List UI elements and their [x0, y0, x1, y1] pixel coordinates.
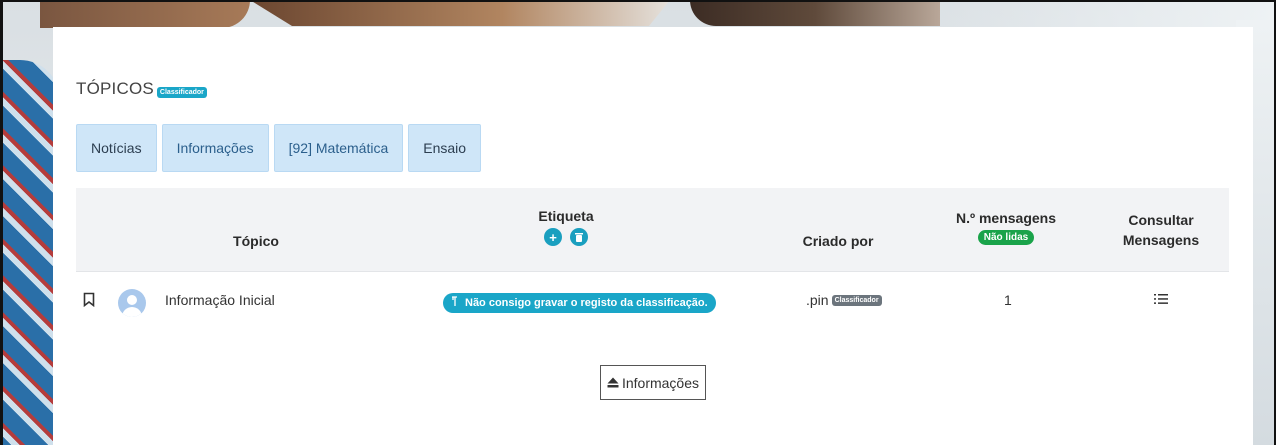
- role-badge: Classificador: [156, 87, 207, 98]
- table-header: Tópico Etiqueta + Criado por N.º mensage…: [76, 188, 1229, 272]
- topics-table: Tópico Etiqueta + Criado por N.º mensage…: [76, 188, 1229, 332]
- column-header-consultar-line2: Mensagens: [1122, 232, 1200, 248]
- label-badge: Não consigo gravar o registo da classifi…: [443, 293, 716, 313]
- eject-icon: [607, 375, 619, 391]
- column-header-criado-por: Criado por: [802, 233, 874, 249]
- tab-noticias[interactable]: Notícias: [76, 124, 157, 172]
- table-row: Informação Inicial Não consigo gravar o …: [76, 272, 1229, 332]
- tab-matematica[interactable]: [92] Matemática: [273, 124, 404, 172]
- column-header-consultar: Consultar Mensagens: [1106, 210, 1216, 250]
- created-by-name: .pin: [806, 292, 829, 308]
- topic-title[interactable]: Informação Inicial: [165, 292, 275, 308]
- trash-circle-icon[interactable]: [570, 228, 588, 246]
- background-hair-center: [250, 0, 670, 26]
- created-by-role-badge: Classificador: [831, 294, 882, 306]
- column-header-consultar-line1: Consultar: [1128, 212, 1194, 228]
- unread-badge: Não lidas: [977, 230, 1035, 245]
- etiqueta-actions: +: [506, 228, 626, 246]
- label-text: Não consigo gravar o registo da classifi…: [465, 297, 708, 309]
- background-hair-right: [690, 0, 940, 26]
- column-header-topico: Tópico: [233, 233, 279, 249]
- tab-ensaio[interactable]: Ensaio: [408, 124, 482, 172]
- page-title: TÓPICOS: [76, 79, 154, 98]
- user-avatar-icon: [118, 289, 146, 317]
- list-icon[interactable]: [1154, 292, 1168, 308]
- tab-informacoes[interactable]: Informações: [161, 124, 269, 172]
- plus-circle-icon[interactable]: +: [544, 228, 562, 246]
- topics-panel: TÓPICOS Classificador Notícias Informaçõ…: [53, 27, 1253, 445]
- created-by: .pin Classificador: [806, 292, 882, 308]
- informacoes-button-label: Informações: [621, 374, 700, 391]
- column-header-etiqueta: Etiqueta +: [506, 208, 626, 246]
- bookmark-icon[interactable]: [83, 292, 95, 308]
- topic-tabs: Notícias Informações [92] Matemática Ens…: [76, 124, 482, 172]
- column-header-mensagens: N.º mensagens Não lidas: [936, 210, 1076, 245]
- tag-icon: [451, 296, 461, 310]
- column-header-mensagens-label: N.º mensagens: [955, 210, 1057, 226]
- column-header-etiqueta-label: Etiqueta: [538, 208, 594, 224]
- background-shirt: [0, 60, 60, 445]
- page-title-row: TÓPICOS Classificador: [76, 79, 207, 99]
- background-hair-left: [40, 0, 250, 28]
- informacoes-button[interactable]: Informações: [600, 365, 706, 400]
- message-count: 1: [1004, 292, 1012, 308]
